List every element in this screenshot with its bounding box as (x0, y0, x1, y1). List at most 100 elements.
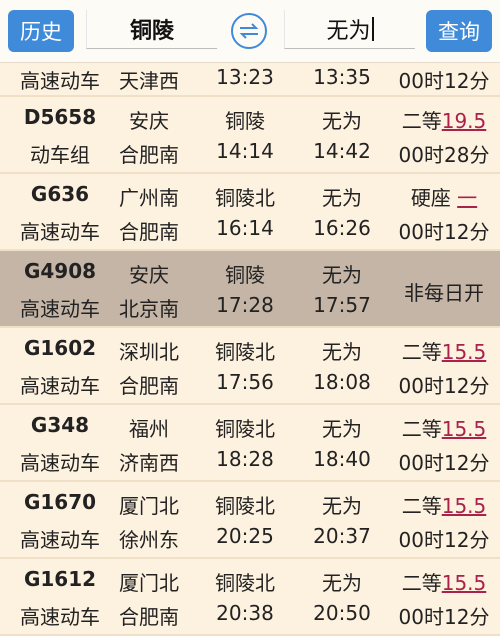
arrival-time: 16:26 (313, 216, 371, 240)
seat-price: 二等15.5 (392, 413, 496, 442)
ticket-price[interactable]: 15.5 (442, 340, 487, 364)
departure-station: 铜陵北 (215, 571, 275, 595)
origin-station: 厦门北 (119, 494, 179, 518)
terminal-station: 合肥南 (119, 220, 179, 244)
departure-time: 17:56 (216, 370, 274, 394)
train-number: G348 (30, 413, 90, 437)
departure-time: 18:28 (216, 447, 274, 471)
train-list: 高速动车 天津西 13:23 13:35 00时12分 D5658 动车组 安庆… (0, 62, 500, 636)
departure-station: 铜陵北 (215, 340, 275, 364)
origin-station: 安庆 (129, 263, 169, 287)
origin-station: 广州南 (119, 186, 179, 210)
terminal-station: 徐州东 (119, 528, 179, 552)
ticket-price[interactable]: 一 (457, 186, 477, 210)
departure-time: 14:14 (216, 139, 274, 163)
terminal-station: 合肥南 (119, 143, 179, 167)
departure-time: 20:25 (216, 524, 274, 548)
departure-station: 铜陵北 (215, 494, 275, 518)
departure-station: 铜陵北 (215, 417, 275, 441)
seat-class: 二等 (401, 109, 442, 133)
arrival-station: 无为 (322, 263, 362, 287)
duration: 00时28分 (398, 143, 490, 167)
seat-price: 二等15.5 (392, 567, 496, 596)
duration: 00时12分 (398, 374, 490, 398)
train-row[interactable]: G1602 高速动车 深圳北 合肥南 铜陵北 17:56 无为 18:08 二等… (0, 328, 500, 405)
train-row[interactable]: 高速动车 天津西 13:23 13:35 00时12分 (0, 62, 500, 97)
arrival-station: 无为 (322, 186, 362, 210)
train-row[interactable]: G636 高速动车 广州南 合肥南 铜陵北 16:14 无为 16:26 硬座 … (0, 174, 500, 251)
arrival-station: 无为 (322, 340, 362, 364)
ticket-price[interactable]: 15.5 (442, 494, 487, 518)
seat-price: 二等15.5 (392, 490, 496, 519)
arrival-station: 无为 (322, 494, 362, 518)
train-row[interactable]: G1670 高速动车 厦门北 徐州东 铜陵北 20:25 无为 20:37 二等… (0, 482, 500, 559)
ticket-price[interactable]: 19.5 (442, 109, 487, 133)
terminal-station: 合肥南 (119, 605, 179, 629)
train-number: G4908 (23, 259, 97, 283)
from-station-input[interactable]: 铜陵 (86, 10, 217, 49)
departure-station: 铜陵北 (215, 186, 275, 210)
train-number: G1602 (23, 336, 97, 360)
train-number: G1612 (23, 567, 97, 591)
train-type: 高速动车 (20, 451, 100, 475)
train-row[interactable]: G1612 高速动车 厦门北 合肥南 铜陵北 20:38 无为 20:50 二等… (0, 559, 500, 636)
duration: 00时12分 (398, 605, 490, 629)
train-type: 动车组 (30, 143, 90, 167)
train-type: 高速动车 (20, 374, 100, 398)
arrival-station: 无为 (322, 571, 362, 595)
terminal-station: 天津西 (119, 69, 179, 93)
train-type: 高速动车 (20, 297, 100, 321)
seat-price: 二等15.5 (392, 336, 496, 365)
origin-station: 厦门北 (119, 571, 179, 595)
seat-class: 二等 (401, 494, 442, 518)
to-station-value: 无为 (326, 19, 371, 44)
arrival-time: 20:50 (313, 601, 371, 625)
arrival-time: 20:37 (313, 524, 371, 548)
seat-class: 二等 (401, 340, 442, 364)
from-station-value: 铜陵 (129, 19, 174, 44)
ticket-price[interactable]: 15.5 (442, 571, 487, 595)
ticket-price[interactable]: 15.5 (442, 417, 487, 441)
arrival-time: 13:35 (313, 65, 371, 89)
origin-station: 深圳北 (119, 340, 179, 364)
train-row-selected[interactable]: G4908 高速动车 安庆 北京南 铜陵 17:28 无为 17:57 非每日开 (0, 251, 500, 328)
departure-station: 铜陵 (225, 109, 265, 133)
to-station-input[interactable]: 无为 (284, 10, 415, 49)
origin-station: 福州 (129, 417, 169, 441)
arrival-time: 18:08 (313, 370, 371, 394)
duration: 00时12分 (398, 220, 490, 244)
arrival-time: 18:40 (313, 447, 371, 471)
seat-class: 二等 (401, 417, 442, 441)
train-type: 高速动车 (20, 220, 100, 244)
seat-class: 二等 (401, 571, 442, 595)
text-cursor (371, 17, 374, 41)
seat-price: 硬座 一 (392, 182, 496, 211)
swap-stations-button[interactable] (231, 13, 267, 49)
train-type: 高速动车 (20, 528, 100, 552)
departure-station: 铜陵 (225, 263, 265, 287)
history-button[interactable]: 历史 (8, 10, 74, 52)
departure-time: 16:14 (216, 216, 274, 240)
arrival-time: 17:57 (313, 293, 371, 317)
top-bar: 历史 铜陵 无为 查询 (0, 0, 500, 62)
arrival-time: 14:42 (313, 139, 371, 163)
departure-time: 13:23 (216, 65, 274, 89)
seat-price: 二等19.5 (392, 105, 496, 134)
train-type: 高速动车 (20, 605, 100, 629)
train-number: D5658 (23, 105, 97, 129)
terminal-station: 济南西 (119, 451, 179, 475)
duration: 00时12分 (398, 528, 490, 552)
arrival-station: 无为 (322, 417, 362, 441)
train-row[interactable]: G348 高速动车 福州 济南西 铜陵北 18:28 无为 18:40 二等15… (0, 405, 500, 482)
origin-station: 安庆 (129, 109, 169, 133)
seat-class: 硬座 (410, 186, 451, 210)
duration: 00时12分 (398, 451, 490, 475)
train-row[interactable]: D5658 动车组 安庆 合肥南 铜陵 14:14 无为 14:42 二等19.… (0, 97, 500, 174)
departure-time: 17:28 (216, 293, 274, 317)
arrival-station: 无为 (322, 109, 362, 133)
query-button[interactable]: 查询 (426, 10, 492, 52)
terminal-station: 合肥南 (119, 374, 179, 398)
train-number: G636 (30, 182, 90, 206)
departure-time: 20:38 (216, 601, 274, 625)
duration: 00时12分 (398, 69, 490, 93)
